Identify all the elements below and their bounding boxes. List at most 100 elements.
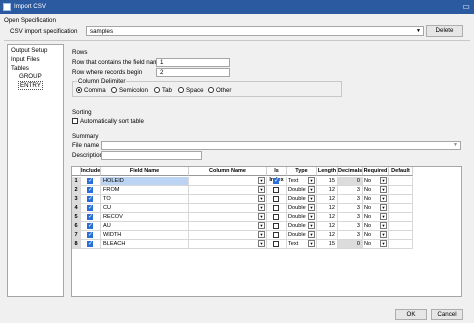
chevron-down-icon[interactable]: ▼ (380, 186, 387, 193)
decimals-cell[interactable]: 3 (338, 213, 363, 222)
column-name-cell[interactable]: ▼ (189, 240, 267, 249)
include-cell[interactable] (81, 213, 101, 222)
include-checkbox[interactable] (87, 204, 93, 212)
include-checkbox[interactable] (87, 222, 93, 230)
required-cell[interactable]: No ▼ (363, 204, 389, 213)
required-cell[interactable]: No ▼ (363, 195, 389, 204)
include-cell[interactable] (81, 195, 101, 204)
chevron-down-icon[interactable]: ▼ (308, 222, 315, 229)
include-checkbox[interactable] (87, 213, 93, 221)
col-header-decimals[interactable]: Decimals (338, 167, 363, 176)
radio-space[interactable] (178, 87, 184, 93)
include-checkbox[interactable] (87, 186, 93, 194)
type-cell[interactable]: Double ▼ (287, 195, 317, 204)
is-index-checkbox[interactable] (273, 187, 279, 193)
default-cell[interactable] (389, 231, 413, 240)
chevron-down-icon[interactable]: ▼ (380, 231, 387, 238)
description-input[interactable] (101, 151, 202, 160)
is-index-checkbox[interactable] (273, 205, 279, 211)
type-cell[interactable]: Double ▼ (287, 231, 317, 240)
chevron-down-icon[interactable]: ▼ (380, 240, 387, 247)
is-index-checkbox[interactable] (273, 177, 279, 185)
column-name-cell[interactable]: ▼ (189, 186, 267, 195)
length-cell[interactable]: 15 (317, 240, 338, 249)
is-index-checkbox[interactable] (273, 241, 279, 247)
decimals-cell[interactable]: 3 (338, 231, 363, 240)
chevron-down-icon[interactable]: ▼ (258, 213, 265, 220)
required-cell[interactable]: No ▼ (363, 186, 389, 195)
col-header-length[interactable]: Length (317, 167, 338, 176)
is-index-cell[interactable] (267, 186, 287, 195)
col-header-include[interactable]: Include (81, 167, 101, 176)
include-cell[interactable] (81, 177, 101, 186)
chevron-down-icon[interactable]: ▼ (258, 195, 265, 202)
chevron-down-icon[interactable]: ▼ (380, 195, 387, 202)
is-index-checkbox[interactable] (273, 223, 279, 229)
is-index-cell[interactable] (267, 240, 287, 249)
col-header-default[interactable]: Default (389, 167, 413, 176)
csv-spec-select[interactable]: samples ▼ (86, 26, 424, 36)
chevron-down-icon[interactable]: ▼ (258, 231, 265, 238)
field-name-cell[interactable]: AU (101, 222, 189, 231)
decimals-cell[interactable]: 0 (338, 177, 363, 186)
include-checkbox[interactable] (87, 231, 93, 239)
chevron-down-icon[interactable]: ▼ (308, 231, 315, 238)
decimals-cell[interactable]: 0 (338, 240, 363, 249)
decimals-cell[interactable]: 3 (338, 204, 363, 213)
decimals-cell[interactable]: 3 (338, 195, 363, 204)
chevron-down-icon[interactable]: ▼ (380, 177, 387, 184)
include-cell[interactable] (81, 222, 101, 231)
chevron-down-icon[interactable]: ▼ (308, 177, 315, 184)
nav-item-input-files[interactable]: Input Files (11, 56, 40, 63)
is-index-cell[interactable] (267, 231, 287, 240)
decimals-cell[interactable]: 3 (338, 186, 363, 195)
col-header-is-index[interactable]: Is Index (267, 167, 287, 183)
is-index-cell[interactable] (267, 177, 287, 186)
default-cell[interactable] (389, 195, 413, 204)
column-name-cell[interactable]: ▼ (189, 213, 267, 222)
default-cell[interactable] (389, 177, 413, 186)
is-index-cell[interactable] (267, 213, 287, 222)
is-index-cell[interactable] (267, 204, 287, 213)
radio-comma[interactable] (76, 87, 82, 93)
include-cell[interactable] (81, 231, 101, 240)
column-name-cell[interactable]: ▼ (189, 195, 267, 204)
records-begin-input[interactable]: 2 (156, 68, 230, 77)
chevron-down-icon[interactable]: ▼ (308, 240, 315, 247)
delete-button[interactable]: Delete (426, 25, 463, 37)
required-cell[interactable]: No ▼ (363, 240, 389, 249)
column-name-cell[interactable]: ▼ (189, 222, 267, 231)
field-names-row-input[interactable]: 1 (156, 58, 230, 67)
required-cell[interactable]: No ▼ (363, 231, 389, 240)
cancel-button[interactable]: Cancel (431, 309, 463, 320)
column-name-cell[interactable]: ▼ (189, 177, 267, 186)
chevron-down-icon[interactable]: ▼ (258, 222, 265, 229)
is-index-cell[interactable] (267, 195, 287, 204)
radio-tab[interactable] (154, 87, 160, 93)
length-cell[interactable]: 12 (317, 186, 338, 195)
col-header-column-name[interactable]: Column Name (189, 167, 267, 176)
include-cell[interactable] (81, 186, 101, 195)
is-index-checkbox[interactable] (273, 214, 279, 220)
column-name-cell[interactable]: ▼ (189, 204, 267, 213)
required-cell[interactable]: No ▼ (363, 213, 389, 222)
type-cell[interactable]: Double ▼ (287, 222, 317, 231)
type-cell[interactable]: Text ▼ (287, 240, 317, 249)
length-cell[interactable]: 12 (317, 204, 338, 213)
field-name-cell[interactable]: BLEACH (101, 240, 189, 249)
field-name-cell[interactable]: WIDTH (101, 231, 189, 240)
length-cell[interactable]: 12 (317, 195, 338, 204)
chevron-down-icon[interactable]: ▼ (308, 195, 315, 202)
decimals-cell[interactable]: 3 (338, 222, 363, 231)
type-cell[interactable]: Double ▼ (287, 204, 317, 213)
is-index-checkbox[interactable] (273, 196, 279, 202)
chevron-down-icon[interactable]: ▼ (258, 186, 265, 193)
required-cell[interactable]: No ▼ (363, 222, 389, 231)
file-name-select[interactable]: ▼ (101, 141, 461, 150)
default-cell[interactable] (389, 213, 413, 222)
chevron-down-icon[interactable]: ▼ (258, 177, 265, 184)
auto-sort-checkbox[interactable] (72, 118, 78, 124)
type-cell[interactable]: Double ▼ (287, 213, 317, 222)
maximize-icon[interactable]: ▭ (458, 0, 474, 14)
nav-item-output-setup[interactable]: Output Setup (11, 47, 47, 54)
